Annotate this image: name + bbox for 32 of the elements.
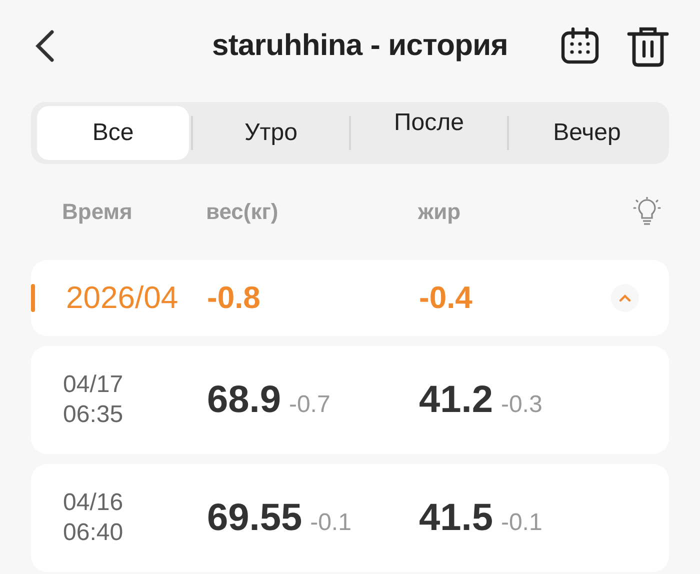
fat-change: -0.1 — [500, 508, 542, 536]
record-date: 04/17 — [63, 370, 124, 400]
fat-value: 41.2 — [419, 378, 493, 422]
calendar-button[interactable] — [560, 26, 600, 66]
fat-value: 41.5 — [419, 496, 493, 540]
delete-button[interactable] — [626, 25, 670, 67]
month-label: 2026/04 — [65, 280, 180, 316]
column-header: Время — [61, 199, 134, 225]
page-title: staruhhina - история — [210, 29, 508, 63]
record-card[interactable]: 04/16 06:40 69.55 -0.1 41.5 -0.1 — [31, 464, 669, 572]
record-time: 06:40 — [63, 518, 124, 548]
fat-change: -0.3 — [500, 390, 542, 418]
tab[interactable]: Все — [37, 106, 189, 160]
weight-change: -0.8 — [207, 280, 262, 316]
record-date: 04/16 — [63, 488, 124, 518]
trash-icon — [626, 25, 670, 67]
tab[interactable]: После — [353, 106, 505, 160]
weight-value: 68.9 — [207, 378, 281, 422]
tab[interactable]: Утро — [195, 106, 347, 160]
weight-value: 69.55 — [207, 496, 302, 540]
tab[interactable]: Вечер — [511, 106, 663, 160]
calendar-icon — [560, 26, 600, 66]
fat-change: -0.4 — [419, 280, 474, 316]
tips-button[interactable] — [632, 197, 662, 227]
weight-change: -0.1 — [310, 508, 352, 536]
column-header: вес(кг) — [206, 199, 280, 225]
record-card[interactable]: 04/17 06:35 68.9 -0.7 41.2 -0.3 — [31, 346, 669, 454]
weight-change: -0.7 — [288, 390, 330, 418]
column-header: жир — [418, 199, 462, 225]
chevron-up-icon — [619, 294, 631, 302]
lightbulb-icon — [632, 197, 662, 227]
record-time: 06:35 — [63, 400, 124, 430]
